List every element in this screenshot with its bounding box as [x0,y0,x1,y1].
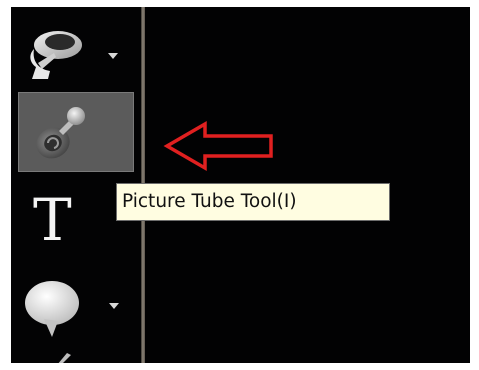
next-tool-button[interactable] [39,349,79,363]
chevron-down-icon[interactable] [108,53,118,59]
magic-fill-icon [30,31,82,79]
text-tool-button[interactable]: T [21,185,81,263]
picture-tube-icon [36,107,85,159]
tool-tooltip: Picture Tube Tool(I) [116,183,390,221]
speech-bubble-icon [25,281,79,337]
picture-tube-tool-button[interactable] [18,92,134,172]
preset-shape-tool-button[interactable] [22,275,122,343]
partial-tool-icon [58,353,71,363]
magic-fill-tool-button[interactable] [24,23,118,81]
annotation-arrow [163,120,273,172]
chevron-down-icon[interactable] [109,303,119,309]
text-icon: T [33,186,72,254]
tooltip-text: Picture Tube Tool(I) [122,191,297,212]
application-window: T Picture Tube Tool(I) [11,7,470,363]
